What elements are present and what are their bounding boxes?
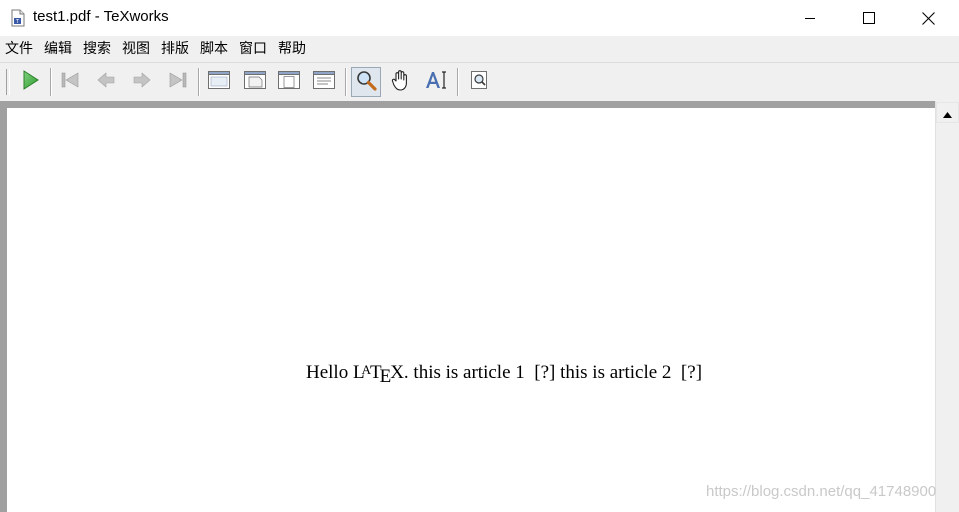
fit-width-icon <box>243 69 267 95</box>
minimize-button[interactable] <box>787 0 833 36</box>
next-page-icon <box>131 69 153 95</box>
chevron-up-icon <box>943 103 952 122</box>
menu-scripts[interactable]: 脚本 <box>195 36 234 62</box>
toolbar-separator <box>198 68 199 96</box>
last-page-button[interactable] <box>163 67 193 97</box>
maximize-icon <box>863 12 875 24</box>
last-page-icon <box>167 69 189 95</box>
texworks-window: T test1.pdf - TeXworks 文件 编辑 搜索 视图 排版 脚本… <box>0 0 959 512</box>
actual-size-icon <box>207 69 231 95</box>
typeset-play-icon <box>19 69 41 95</box>
hand-scroll-icon <box>389 68 413 96</box>
fit-content-icon <box>312 69 336 95</box>
magnify-icon <box>355 69 377 95</box>
next-page-button[interactable] <box>127 67 157 97</box>
latex-logo: LATEX <box>352 362 404 387</box>
fit-window-button[interactable] <box>274 67 304 97</box>
previous-page-button[interactable] <box>91 67 121 97</box>
maximize-button[interactable] <box>846 0 892 36</box>
text-hello: Hello <box>306 362 353 383</box>
previous-page-icon <box>95 69 117 95</box>
hand-tool-button[interactable] <box>386 67 416 97</box>
menu-bar: 文件 编辑 搜索 视图 排版 脚本 窗口 帮助 <box>0 36 959 62</box>
typeset-button[interactable] <box>15 67 45 97</box>
fit-content-button[interactable] <box>309 67 339 97</box>
magnify-tool-button[interactable] <box>351 67 381 97</box>
watermark: https://blog.csdn.net/qq_41748900 <box>706 483 937 500</box>
first-page-button[interactable] <box>55 67 85 97</box>
text-articles: . this is article 1 [?] this is article … <box>403 362 703 383</box>
first-page-icon <box>59 69 81 95</box>
text-select-tool-button[interactable] <box>421 67 451 97</box>
close-icon <box>921 11 935 25</box>
close-button[interactable] <box>905 0 951 36</box>
pdf-viewer[interactable]: Hello LATEX. this is article 1 [?] this … <box>0 101 959 512</box>
page-content-text: Hello LATEX. this is article 1 [?] this … <box>306 362 703 387</box>
fit-width-button[interactable] <box>240 67 270 97</box>
vertical-scrollbar[interactable] <box>935 101 959 512</box>
text-select-icon <box>424 69 448 95</box>
menu-view[interactable]: 视图 <box>117 36 156 62</box>
find-icon <box>468 69 490 95</box>
menu-help[interactable]: 帮助 <box>273 36 312 62</box>
menu-file[interactable]: 文件 <box>0 36 39 62</box>
pdf-document-icon: T <box>10 9 26 27</box>
toolbar <box>0 62 959 102</box>
menu-edit[interactable]: 编辑 <box>39 36 78 62</box>
find-button[interactable] <box>464 67 494 97</box>
title-bar[interactable]: T test1.pdf - TeXworks <box>0 0 959 36</box>
menu-window[interactable]: 窗口 <box>234 36 273 62</box>
menu-typeset[interactable]: 排版 <box>156 36 195 62</box>
menu-search[interactable]: 搜索 <box>78 36 117 62</box>
fit-window-icon <box>277 69 301 95</box>
actual-size-button[interactable] <box>204 67 234 97</box>
minimize-icon <box>804 12 816 24</box>
pdf-page[interactable]: Hello LATEX. this is article 1 [?] this … <box>7 108 935 512</box>
toolbar-separator <box>50 68 51 96</box>
scroll-up-button[interactable] <box>936 102 959 123</box>
window-title: test1.pdf - TeXworks <box>33 8 169 25</box>
toolbar-separator <box>457 68 458 96</box>
toolbar-separator <box>345 68 346 96</box>
toolbar-handle[interactable] <box>6 69 10 95</box>
